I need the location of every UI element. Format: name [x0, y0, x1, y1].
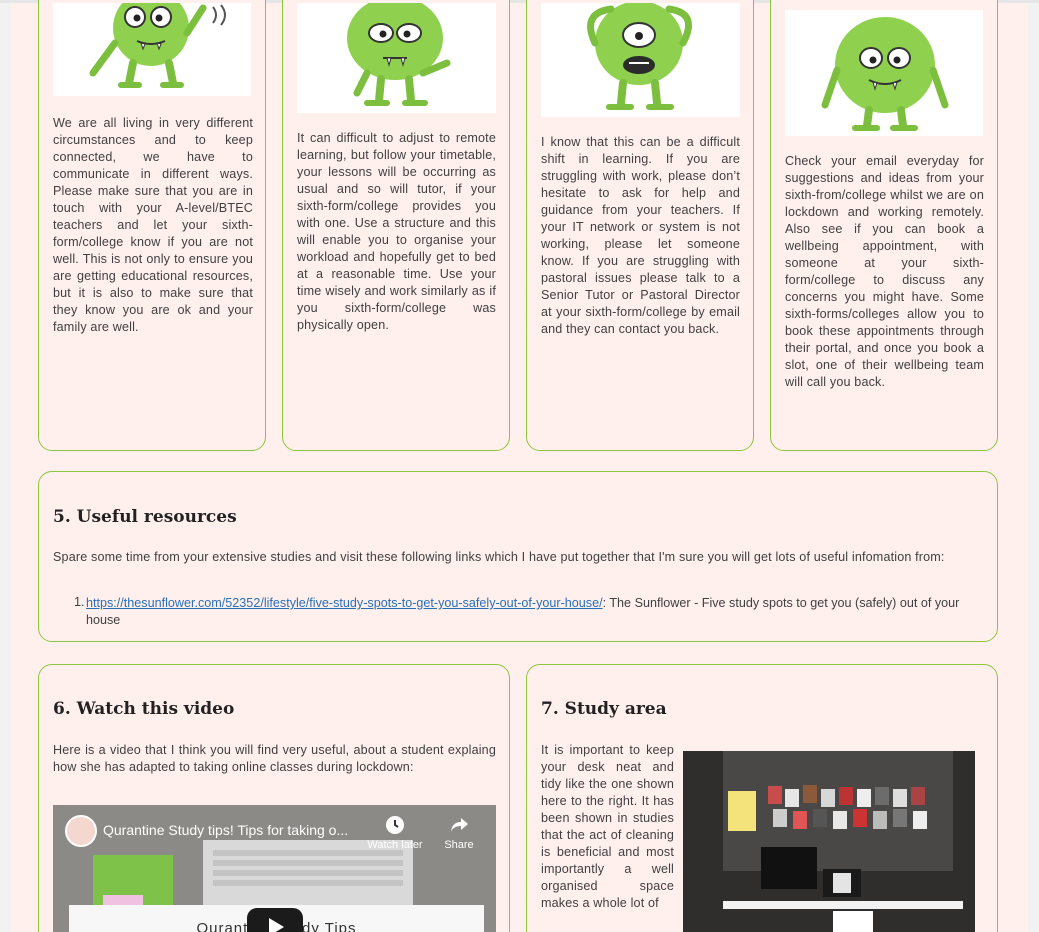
youtube-video-embed[interactable]: Qurantine Study tips! Tips for taking o.…	[53, 805, 496, 932]
tip-card-4-text: Check your email everyday for suggestion…	[785, 154, 984, 389]
resource-link[interactable]: https://thesunflower.com/52352/lifestyle…	[86, 596, 603, 610]
video-intro: Here is a video that I think you will fi…	[53, 743, 496, 774]
share-button[interactable]: Share	[429, 815, 489, 851]
resources-list-number: 1.	[74, 595, 85, 609]
share-label: Share	[444, 839, 474, 851]
tip-card-3-text: I know that this can be a difficult shif…	[541, 135, 740, 336]
watch-later-button[interactable]: Watch later	[365, 815, 425, 851]
tip-card-2-text: It can difficult to adjust to remote lea…	[297, 131, 496, 332]
share-icon	[451, 818, 468, 832]
resources-intro: Spare some time from your extensive stud…	[53, 550, 945, 564]
monster-waving-illustration	[53, 3, 251, 96]
video-heading: 6. Watch this video	[53, 699, 235, 719]
monster-smiling-illustration	[785, 10, 983, 136]
video-title[interactable]: Qurantine Study tips! Tips for taking o.…	[103, 822, 348, 838]
study-area-text: It is important to keep your desk neat a…	[541, 743, 674, 910]
monster-stressed-illustration	[541, 3, 740, 117]
resources-list-item: https://thesunflower.com/52352/lifestyle…	[86, 595, 986, 629]
study-area-heading: 7. Study area	[541, 699, 667, 719]
study-desk-photo	[683, 751, 975, 932]
play-button[interactable]	[247, 908, 303, 932]
channel-avatar[interactable]	[65, 815, 97, 847]
resources-heading: 5. Useful resources	[53, 507, 237, 527]
watch-later-label: Watch later	[367, 839, 423, 851]
clock-icon	[386, 816, 404, 834]
tip-card-1-text: We are all living in very different circ…	[53, 116, 253, 334]
monster-pondering-illustration	[297, 3, 496, 113]
